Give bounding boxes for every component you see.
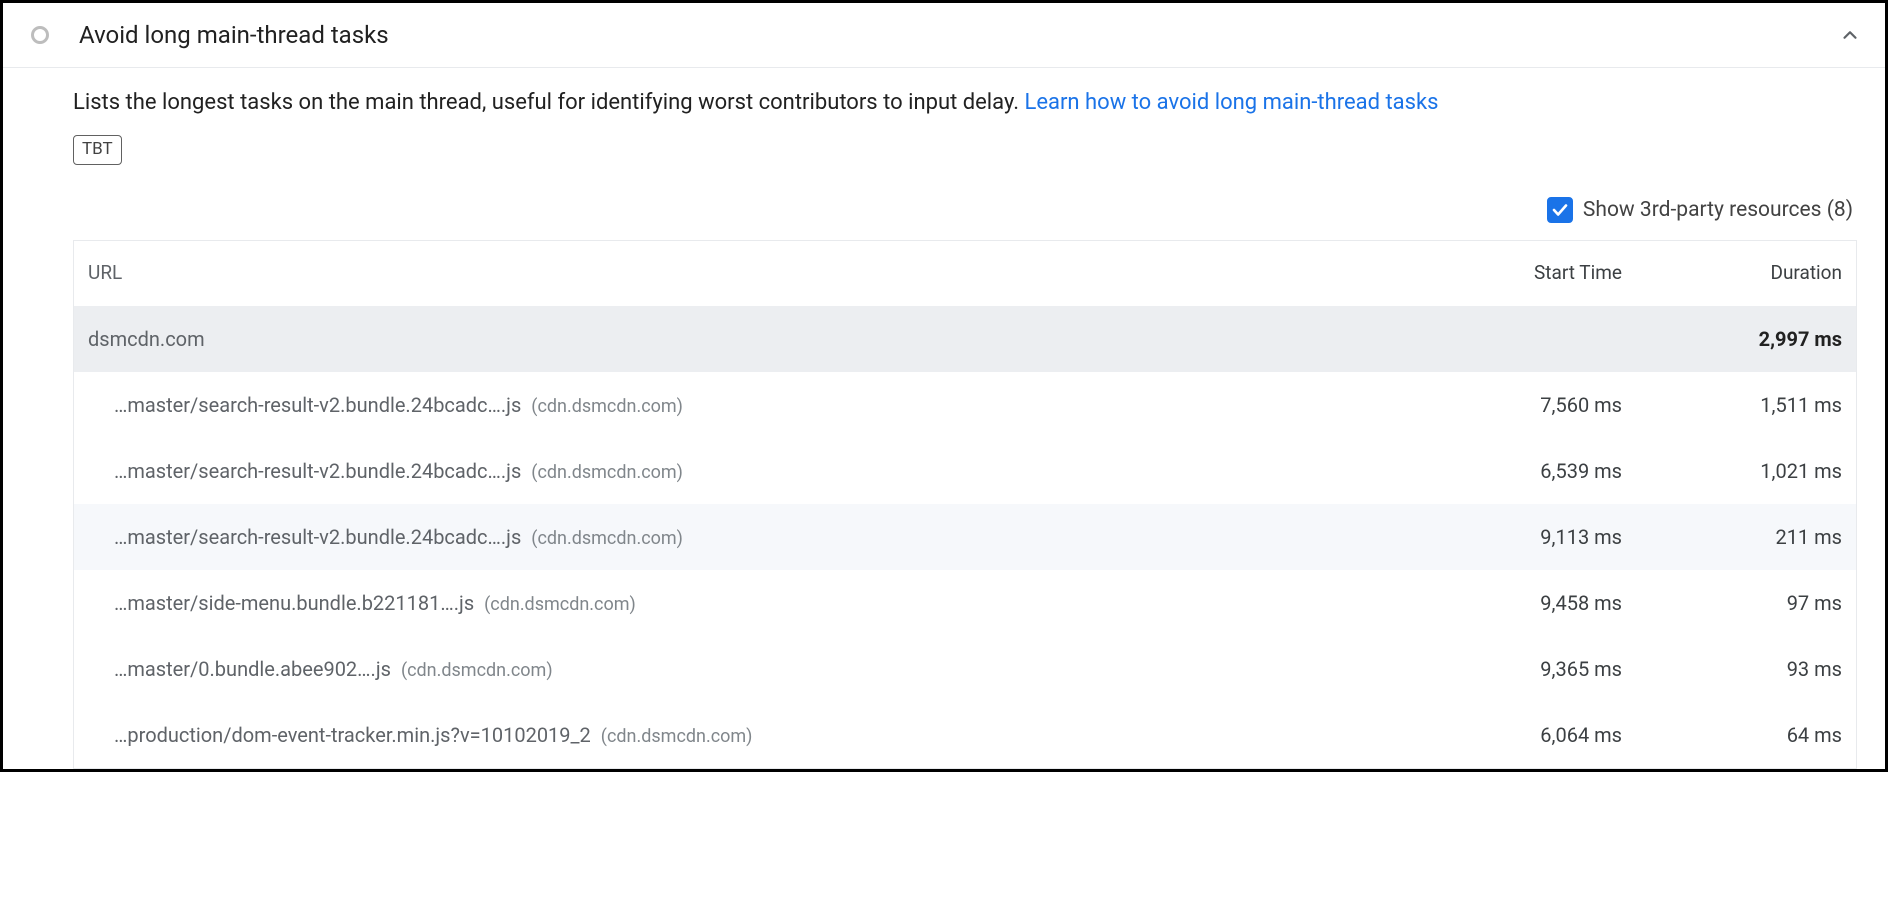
url-path: …master/0.bundle.abee902….js [114,654,391,684]
url-path: …master/search-result-v2.bundle.24bcadc…… [114,522,521,552]
thirdparty-label: Show 3rd-party resources (8) [1583,195,1853,227]
url-path: …master/search-result-v2.bundle.24bcadc…… [114,390,521,420]
url-host: (cdn.dsmcdn.com) [401,657,553,684]
learn-more-link[interactable]: Learn how to avoid long main-thread task… [1024,90,1438,115]
url-host: (cdn.dsmcdn.com) [531,525,683,552]
cell-start: 9,113 ms [1402,522,1622,552]
url-path: …production/dom-event-tracker.min.js?v=1… [114,720,591,750]
audit-body: Lists the longest tasks on the main thre… [3,68,1885,769]
table-row[interactable]: …master/0.bundle.abee902….js (cdn.dsmcdn… [74,636,1856,702]
url-host: (cdn.dsmcdn.com) [531,459,683,486]
table-row[interactable]: …master/search-result-v2.bundle.24bcadc…… [74,438,1856,504]
cell-duration: 97 ms [1622,588,1842,618]
table-row[interactable]: …master/side-menu.bundle.b221181….js (cd… [74,570,1856,636]
cell-start: 7,560 ms [1402,390,1622,420]
audit-title: Avoid long main-thread tasks [79,17,1839,53]
table-group-row[interactable]: dsmcdn.com 2,997 ms [74,306,1856,372]
thirdparty-checkbox[interactable] [1547,197,1573,223]
header-start: Start Time [1402,259,1622,288]
thirdparty-toggle-row: Show 3rd-party resources (8) [73,165,1857,241]
chevron-up-icon [1839,24,1861,46]
audit-description: Lists the longest tasks on the main thre… [73,86,1857,119]
group-duration: 2,997 ms [1622,324,1842,354]
table-row[interactable]: …master/search-result-v2.bundle.24bcadc…… [74,372,1856,438]
table-row[interactable]: …master/search-result-v2.bundle.24bcadc…… [74,504,1856,570]
url-path: …master/search-result-v2.bundle.24bcadc…… [114,456,521,486]
url-host: (cdn.dsmcdn.com) [601,723,753,750]
status-circle-icon [31,26,49,44]
header-duration: Duration [1622,259,1842,288]
audit-header[interactable]: Avoid long main-thread tasks [3,3,1885,68]
table-header-row: URL Start Time Duration [74,241,1856,306]
cell-duration: 1,511 ms [1622,390,1842,420]
cell-duration: 93 ms [1622,654,1842,684]
group-host: dsmcdn.com [88,324,205,354]
cell-duration: 211 ms [1622,522,1842,552]
header-url: URL [88,259,122,288]
audit-description-text: Lists the longest tasks on the main thre… [73,90,1024,115]
audit-panel: Avoid long main-thread tasks Lists the l… [0,0,1888,772]
url-host: (cdn.dsmcdn.com) [531,393,683,420]
cell-duration: 64 ms [1622,720,1842,750]
cell-start: 9,365 ms [1402,654,1622,684]
cell-start: 6,064 ms [1402,720,1622,750]
url-path: …master/side-menu.bundle.b221181….js [114,588,474,618]
tasks-table: URL Start Time Duration dsmcdn.com 2,997… [73,240,1857,769]
tbt-badge: TBT [73,135,122,165]
table-row[interactable]: …production/dom-event-tracker.min.js?v=1… [74,702,1856,768]
cell-start: 9,458 ms [1402,588,1622,618]
cell-start: 6,539 ms [1402,456,1622,486]
cell-duration: 1,021 ms [1622,456,1842,486]
url-host: (cdn.dsmcdn.com) [484,591,636,618]
